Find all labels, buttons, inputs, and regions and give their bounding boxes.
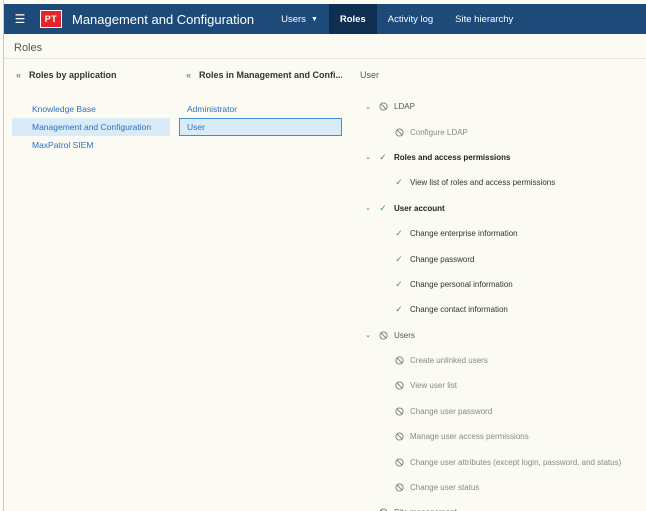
permission-item: ✓ Change personal information	[360, 272, 646, 297]
permission-label: Roles and access permissions	[394, 152, 511, 162]
roles-in-app-title: Roles in Management and Confi...	[199, 70, 342, 80]
permission-item: Configure LDAP	[360, 119, 646, 144]
check-icon: ✓	[395, 278, 403, 289]
prohibited-icon	[394, 406, 404, 416]
permission-label: View list of roles and access permission…	[410, 178, 556, 188]
permission-label: Create unlinked users	[410, 356, 488, 366]
permission-group[interactable]: ⌄ ✓ Roles and access permissions	[360, 145, 646, 170]
check-icon: ✓	[395, 177, 403, 188]
prohibited-icon	[378, 102, 388, 112]
permission-label: Change personal information	[410, 279, 513, 289]
main-nav: Users ▼ Roles Activity log Site hierarch…	[270, 4, 524, 34]
chevron-down-icon[interactable]: ⌄	[362, 204, 374, 212]
permission-item: Change user password	[360, 399, 646, 424]
page-title: Roles	[14, 42, 43, 54]
prohibited-icon	[394, 356, 404, 366]
permission-item: View user list	[360, 373, 646, 398]
nav-users-label: Users	[281, 13, 306, 25]
role-list: Administrator User	[179, 100, 342, 136]
role-permissions-title: User	[360, 70, 380, 80]
check-icon: ✓	[379, 151, 387, 162]
permission-group[interactable]: ⌄ LDAP	[360, 94, 646, 119]
permission-label: Users	[394, 330, 415, 340]
role-item-user[interactable]: User	[179, 118, 342, 136]
permission-label: Change password	[410, 254, 475, 264]
prohibited-icon	[394, 483, 404, 493]
app-item-management-and-configuration[interactable]: Management and Configuration	[12, 118, 170, 136]
nav-activity-log[interactable]: Activity log	[377, 4, 444, 34]
application-list: Knowledge Base Management and Configurat…	[12, 100, 170, 154]
check-icon: ✓	[379, 202, 387, 213]
hamburger-icon[interactable]: ☰	[4, 4, 36, 34]
chevron-down-icon[interactable]: ⌄	[362, 153, 374, 161]
chevron-down-icon[interactable]: ⌄	[362, 331, 374, 339]
permission-label: Change user status	[410, 483, 480, 493]
permission-label: Change enterprise information	[410, 229, 518, 239]
window-frame-edge	[0, 0, 4, 511]
permission-item: ✓ Change password	[360, 246, 646, 271]
chevron-down-icon[interactable]: ⌄	[362, 103, 374, 111]
nav-users[interactable]: Users ▼	[270, 4, 329, 34]
pt-logo: PT	[40, 10, 62, 28]
app-item-knowledge-base[interactable]: Knowledge Base	[12, 100, 170, 118]
nav-roles-label: Roles	[339, 13, 366, 25]
roles-by-application-title: Roles by application	[29, 70, 117, 80]
permission-item: ✓ View list of roles and access permissio…	[360, 170, 646, 195]
prohibited-icon	[394, 127, 404, 137]
check-icon: ✓	[395, 228, 403, 239]
check-icon: ✓	[395, 253, 403, 264]
chevron-left-double-icon[interactable]: «	[16, 70, 21, 80]
permission-item: ✓ Change enterprise information	[360, 221, 646, 246]
chevron-left-double-icon[interactable]: «	[186, 70, 191, 80]
permission-item: Change user status	[360, 475, 646, 500]
prohibited-icon	[394, 457, 404, 467]
permission-label: Change contact information	[410, 305, 508, 315]
prohibited-icon	[394, 432, 404, 442]
prohibited-icon	[394, 381, 404, 391]
role-permissions-header: User	[360, 70, 379, 80]
top-navigation-bar: ☰ PT Management and Configuration Users …	[4, 4, 646, 34]
nav-activity-log-label: Activity log	[387, 13, 434, 25]
permission-tree: ⌄ LDAP Configure LDAP ⌄ ✓ Roles and access pe…	[360, 94, 646, 511]
nav-site-hierarchy[interactable]: Site hierarchy	[444, 4, 524, 34]
permission-item: Change user attributes (except login, pa…	[360, 449, 646, 474]
permission-item: Create unlinked users	[360, 348, 646, 373]
permission-group[interactable]: ⌄ ✓ User account	[360, 196, 646, 221]
permission-label: User account	[394, 203, 445, 213]
header-divider	[4, 58, 646, 59]
prohibited-icon	[378, 330, 388, 340]
permission-label: Change user attributes (except login, pa…	[410, 457, 622, 467]
permission-group[interactable]: ⌄ Users	[360, 323, 646, 348]
permission-label: Configure LDAP	[410, 127, 468, 137]
check-icon: ✓	[395, 304, 403, 315]
role-item-administrator[interactable]: Administrator	[179, 100, 342, 118]
permission-label: View user list	[410, 381, 457, 391]
roles-in-app-header: « Roles in Management and Confi...	[186, 70, 342, 80]
permission-label: LDAP	[394, 102, 415, 112]
chevron-down-icon: ▼	[310, 15, 318, 23]
permission-item: ✓ Change contact information	[360, 297, 646, 322]
permission-group[interactable]: ⌄Site management	[360, 500, 646, 511]
permission-label: Manage user access permissions	[410, 432, 529, 442]
permission-item: Manage user access permissions	[360, 424, 646, 449]
app-item-maxpatrol-siem[interactable]: MaxPatrol SIEM	[12, 136, 170, 154]
roles-by-application-header: « Roles by application	[16, 70, 168, 80]
nav-site-hierarchy-label: Site hierarchy	[455, 13, 514, 25]
app-title: Management and Configuration	[72, 11, 255, 27]
permission-label: Change user password	[410, 406, 493, 416]
nav-roles[interactable]: Roles	[328, 4, 377, 34]
